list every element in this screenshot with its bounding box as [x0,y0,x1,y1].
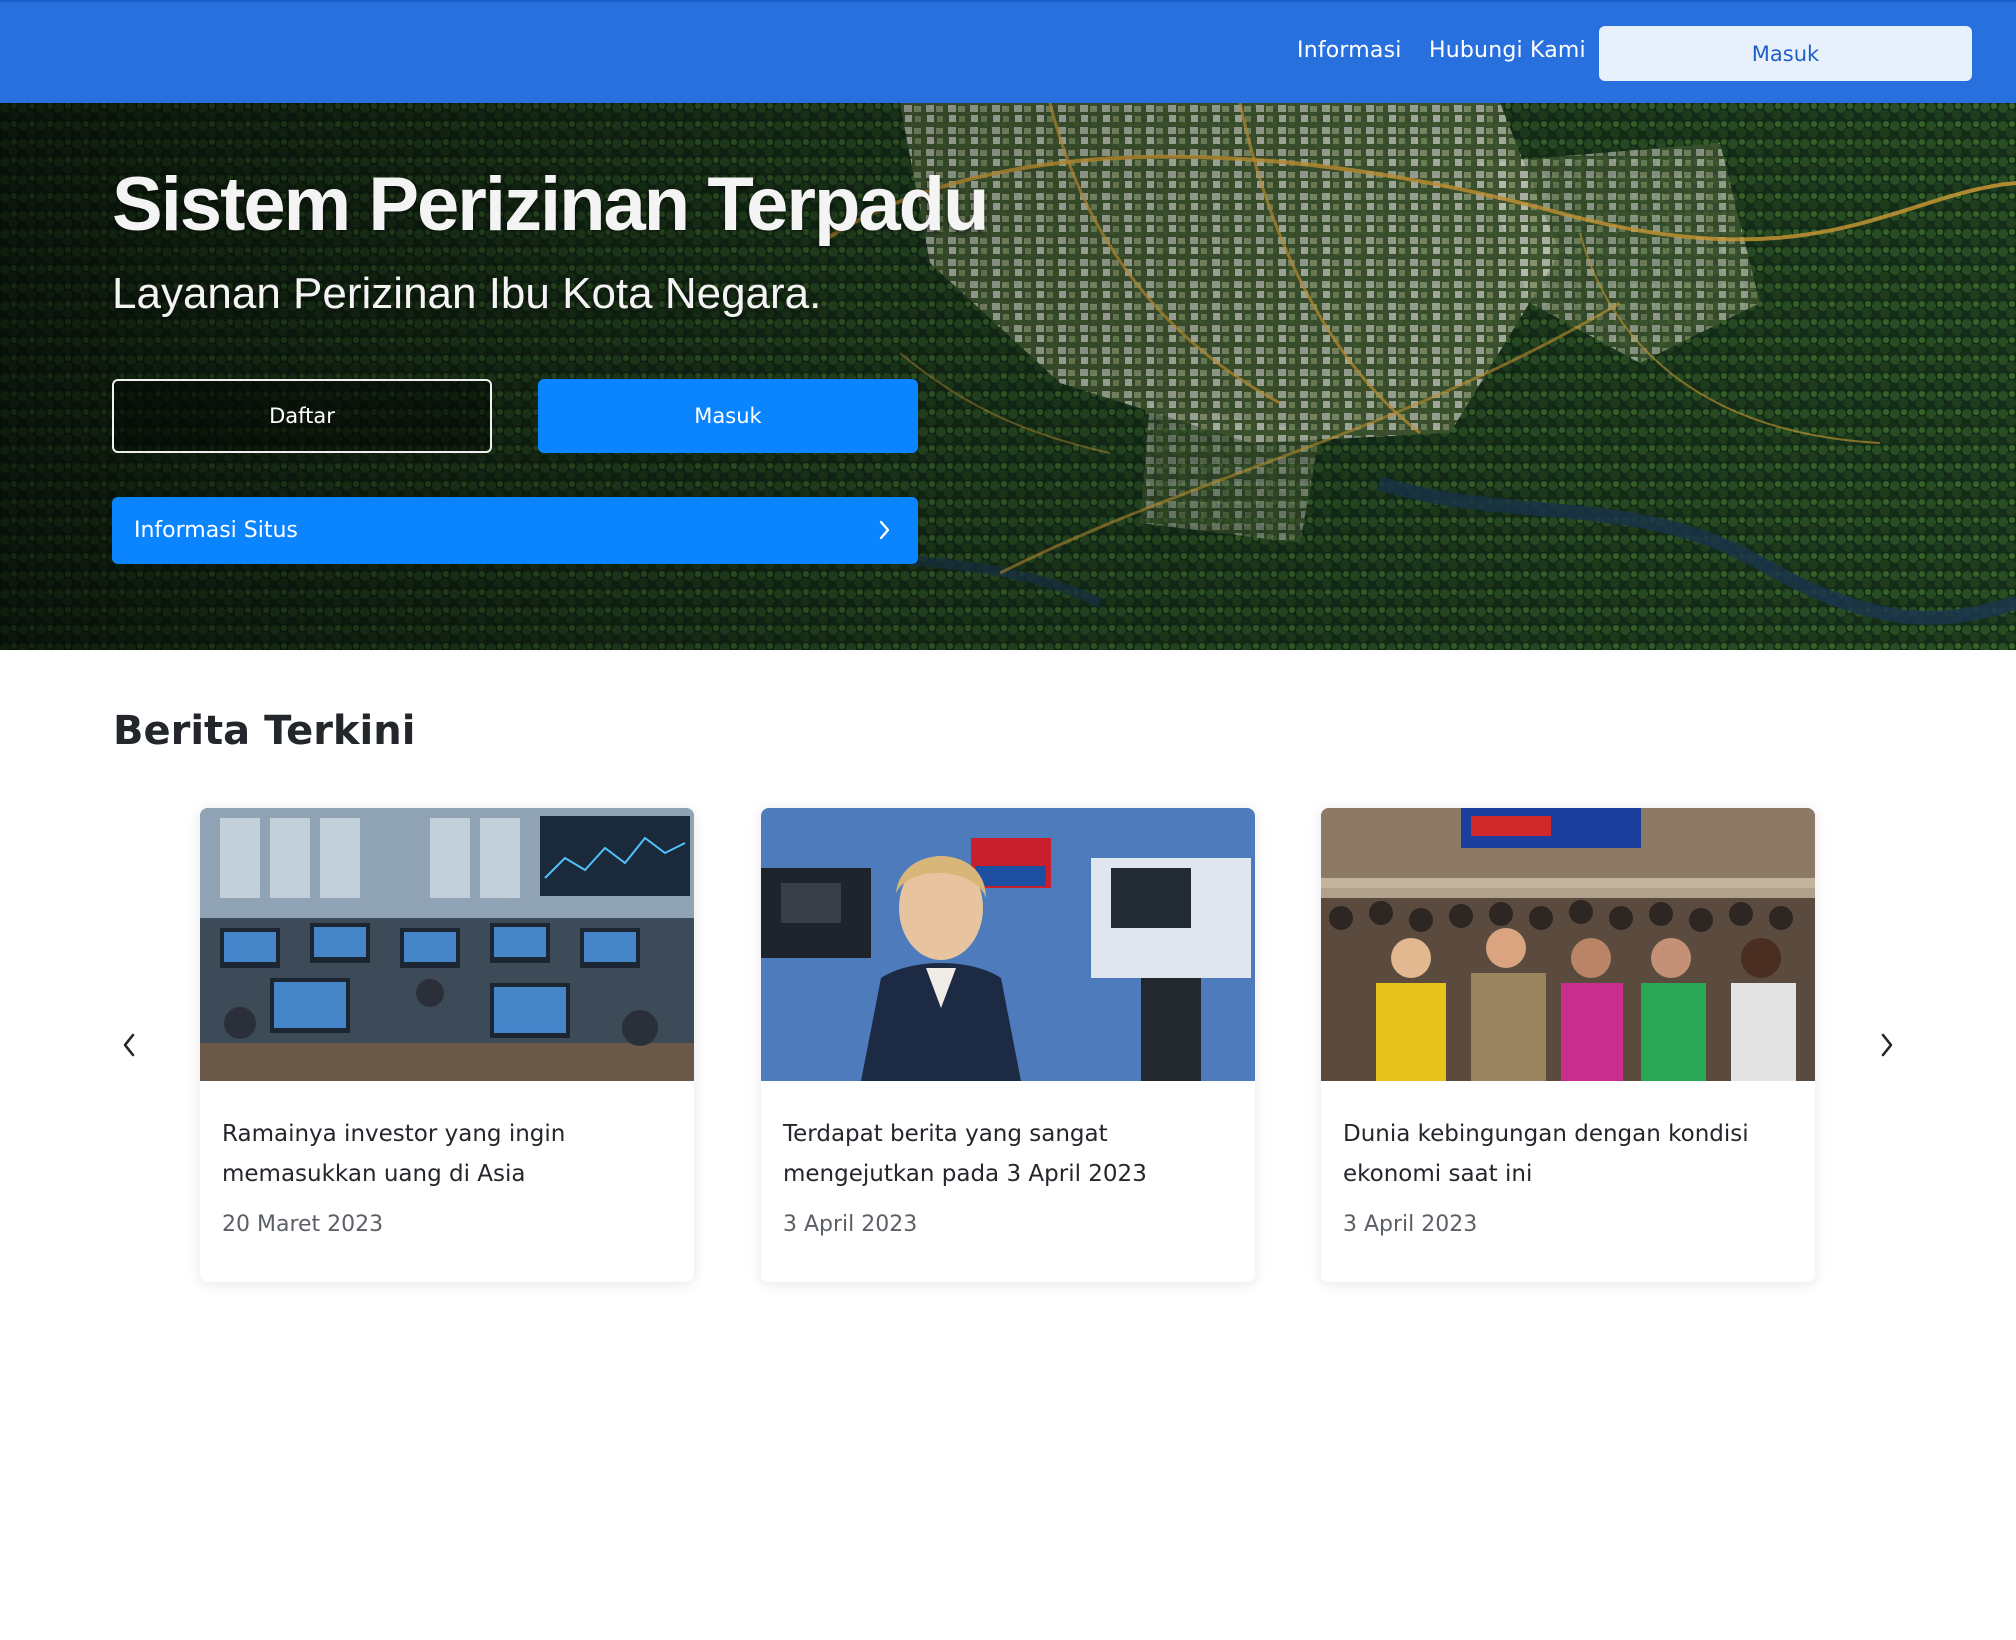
news-card[interactable]: Dunia kebingungan dengan kondisi ekonomi… [1321,808,1815,1282]
chevron-right-icon [1881,1033,1893,1057]
chevron-right-icon [879,520,890,540]
news-headline: Ramainya investor yang ingin memasukkan … [222,1121,566,1187]
news-section-title: Berita Terkini [113,708,416,754]
site-info-button[interactable]: Informasi Situs [112,497,918,564]
carousel-next-button[interactable] [1872,1030,1902,1060]
navbar-login-button[interactable]: Masuk [1599,26,1972,81]
site-info-label: Informasi Situs [134,518,298,543]
carousel-prev-button[interactable] [114,1030,144,1060]
hero-login-button[interactable]: Masuk [538,379,918,453]
breaking-news-anchor-photo [761,808,1255,1081]
news-date: 20 Maret 2023 [222,1212,384,1237]
crowd-city-square-photo [1321,808,1815,1081]
hero-banner: Sistem Perizinan Terpadu Layanan Perizin… [0,103,2016,650]
top-navbar: Informasi Hubungi Kami Masuk [0,0,2016,103]
nav-link-hubungi-kami[interactable]: Hubungi Kami [1429,38,1586,63]
news-card[interactable]: Terdapat berita yang sangat mengejutkan … [761,808,1255,1282]
hero-subtitle: Layanan Perizinan Ibu Kota Negara. [112,269,822,318]
chevron-left-icon [123,1033,135,1057]
register-button[interactable]: Daftar [112,379,492,453]
hero-title: Sistem Perizinan Terpadu [112,162,990,247]
news-date: 3 April 2023 [783,1212,918,1237]
news-card[interactable]: Ramainya investor yang ingin memasukkan … [200,808,694,1282]
trading-floor-photo [200,808,694,1081]
nav-link-informasi[interactable]: Informasi [1297,38,1402,63]
news-headline: Terdapat berita yang sangat mengejutkan … [783,1121,1147,1187]
news-headline: Dunia kebingungan dengan kondisi ekonomi… [1343,1121,1749,1187]
news-date: 3 April 2023 [1343,1212,1478,1237]
